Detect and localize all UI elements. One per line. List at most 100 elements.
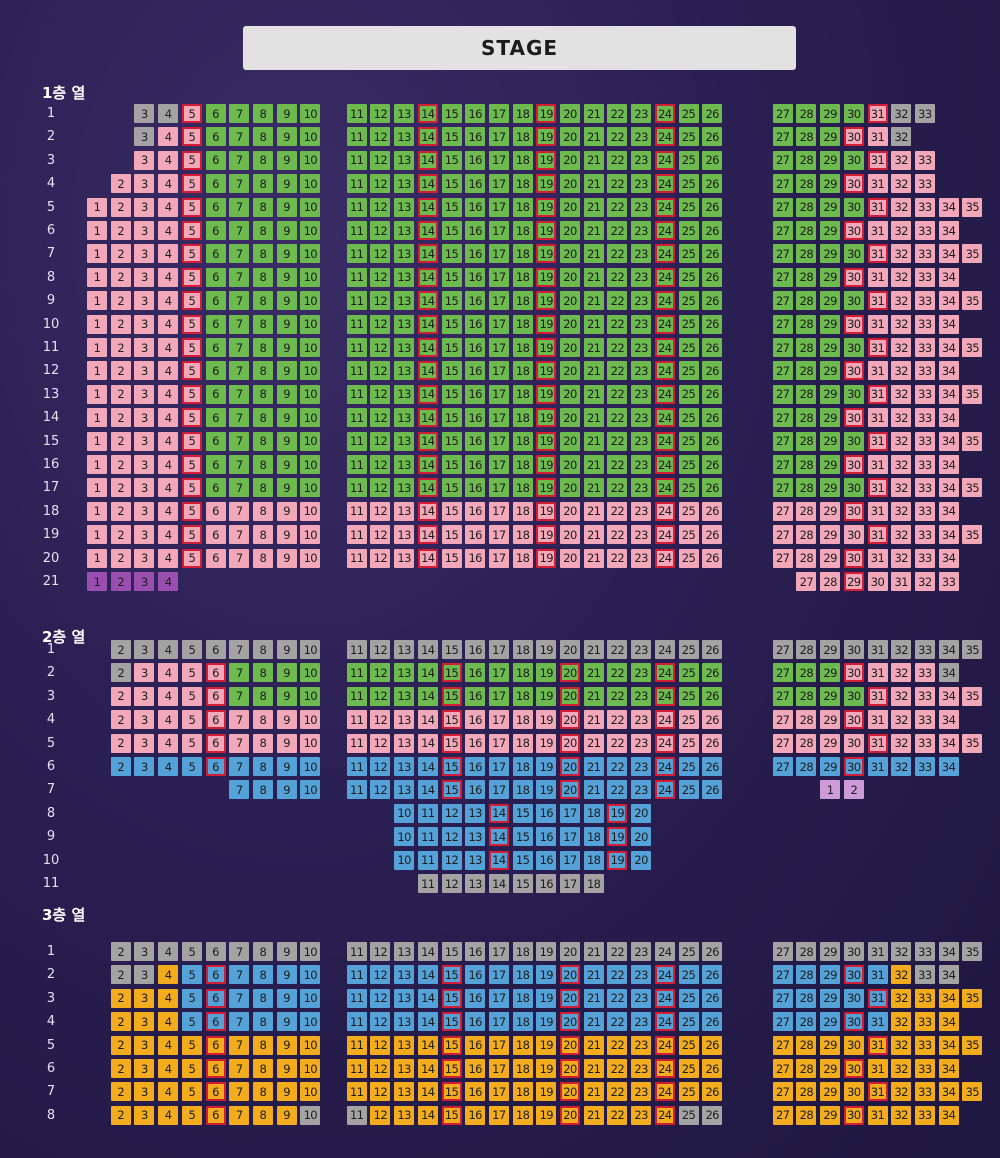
seat[interactable]: 12 — [370, 942, 391, 961]
seat[interactable]: 7 — [229, 1105, 250, 1125]
seat[interactable]: 20 — [631, 827, 652, 847]
seat[interactable]: 13 — [394, 548, 415, 568]
seat[interactable]: 33 — [914, 1035, 935, 1055]
seat[interactable]: 7 — [229, 104, 250, 123]
seat[interactable]: 21 — [583, 104, 604, 123]
seat[interactable]: 11 — [346, 314, 367, 334]
seat[interactable]: 22 — [607, 314, 628, 334]
seat[interactable]: 23 — [631, 338, 652, 357]
seat[interactable]: 17 — [488, 104, 509, 123]
seat[interactable]: 8 — [252, 942, 273, 961]
seat[interactable]: 9 — [276, 686, 297, 706]
seat[interactable]: 1 — [87, 267, 107, 287]
seat[interactable]: 12 — [370, 965, 391, 985]
seat[interactable]: 29 — [820, 384, 841, 404]
seat[interactable]: 31 — [867, 127, 888, 147]
seat[interactable]: 33 — [914, 478, 935, 498]
seat[interactable]: 5 — [181, 686, 202, 706]
seat[interactable]: 4 — [158, 150, 179, 170]
seat[interactable]: 8 — [252, 174, 273, 194]
seat[interactable]: 12 — [370, 478, 391, 498]
seat[interactable]: 33 — [914, 291, 935, 311]
seat[interactable]: 26 — [702, 1035, 723, 1055]
seat[interactable]: 14 — [417, 314, 438, 334]
seat[interactable]: 20 — [560, 1105, 580, 1125]
seat[interactable]: 14 — [417, 965, 438, 985]
seat[interactable]: 9 — [276, 663, 297, 683]
seat[interactable]: 29 — [820, 455, 841, 474]
seat[interactable]: 15 — [441, 942, 462, 961]
seat[interactable]: 12 — [370, 127, 391, 147]
seat[interactable]: 13 — [394, 150, 415, 170]
seat[interactable]: 25 — [678, 478, 699, 498]
seat[interactable]: 9 — [276, 965, 297, 985]
seat[interactable]: 10 — [300, 1059, 321, 1078]
seat[interactable]: 28 — [796, 150, 817, 170]
seat[interactable]: 14 — [417, 197, 438, 217]
seat[interactable]: 23 — [631, 291, 652, 311]
seat[interactable]: 2 — [110, 663, 131, 683]
seat[interactable]: 10 — [300, 197, 321, 217]
seat[interactable]: 24 — [654, 361, 675, 381]
seat[interactable]: 18 — [512, 501, 533, 521]
seat[interactable]: 31 — [867, 455, 888, 474]
seat[interactable]: 4 — [158, 525, 179, 545]
seat[interactable]: 9 — [276, 384, 297, 404]
seat[interactable]: 23 — [631, 1082, 652, 1102]
seat[interactable]: 30 — [843, 1082, 864, 1102]
seat[interactable]: 13 — [394, 384, 415, 404]
seat[interactable]: 26 — [702, 780, 723, 800]
seat[interactable]: 22 — [607, 1082, 628, 1102]
seat[interactable]: 16 — [465, 686, 486, 706]
seat[interactable]: 6 — [205, 384, 226, 404]
seat[interactable]: 24 — [654, 314, 675, 334]
seat[interactable]: 21 — [583, 663, 604, 683]
seat[interactable]: 10 — [300, 127, 321, 147]
seat[interactable]: 15 — [441, 1059, 462, 1078]
seat[interactable]: 16 — [465, 338, 486, 357]
seat[interactable]: 27 — [772, 710, 793, 730]
seat[interactable]: 34 — [938, 455, 959, 474]
seat[interactable]: 11 — [346, 710, 367, 730]
seat[interactable]: 16 — [536, 803, 557, 823]
seat[interactable]: 7 — [229, 478, 250, 498]
seat[interactable]: 31 — [867, 221, 888, 240]
seat[interactable]: 22 — [607, 780, 628, 800]
seat[interactable]: 29 — [843, 572, 864, 591]
seat[interactable]: 14 — [417, 663, 438, 683]
seat[interactable]: 33 — [914, 988, 935, 1008]
seat[interactable]: 6 — [205, 127, 226, 147]
seat[interactable]: 35 — [962, 1082, 983, 1102]
seat[interactable]: 19 — [536, 291, 557, 311]
seat[interactable]: 16 — [465, 1059, 486, 1078]
seat[interactable]: 9 — [276, 174, 297, 194]
seat[interactable]: 16 — [465, 104, 486, 123]
seat[interactable]: 7 — [229, 361, 250, 381]
seat[interactable]: 12 — [370, 291, 391, 311]
seat[interactable]: 22 — [607, 197, 628, 217]
seat[interactable]: 35 — [962, 640, 983, 659]
seat[interactable]: 8 — [252, 965, 273, 985]
seat[interactable]: 16 — [465, 127, 486, 147]
seat[interactable]: 18 — [512, 455, 533, 474]
seat[interactable]: 25 — [678, 338, 699, 357]
seat[interactable]: 10 — [300, 1082, 321, 1102]
seat[interactable]: 12 — [370, 1082, 391, 1102]
seat[interactable]: 31 — [867, 291, 888, 311]
seat[interactable]: 14 — [417, 338, 438, 357]
seat[interactable]: 15 — [441, 197, 462, 217]
seat[interactable]: 31 — [867, 757, 888, 776]
seat[interactable]: 13 — [465, 874, 486, 893]
seat[interactable]: 11 — [346, 408, 367, 428]
seat[interactable]: 17 — [488, 1012, 509, 1032]
seat[interactable]: 18 — [512, 1012, 533, 1032]
seat[interactable]: 32 — [891, 501, 912, 521]
seat[interactable]: 13 — [394, 663, 415, 683]
seat[interactable]: 21 — [583, 1105, 604, 1125]
seat[interactable]: 6 — [205, 525, 226, 545]
seat[interactable]: 35 — [962, 478, 983, 498]
seat[interactable]: 33 — [914, 1105, 935, 1125]
seat[interactable]: 22 — [607, 291, 628, 311]
seat[interactable]: 33 — [914, 244, 935, 264]
seat[interactable]: 2 — [110, 525, 131, 545]
